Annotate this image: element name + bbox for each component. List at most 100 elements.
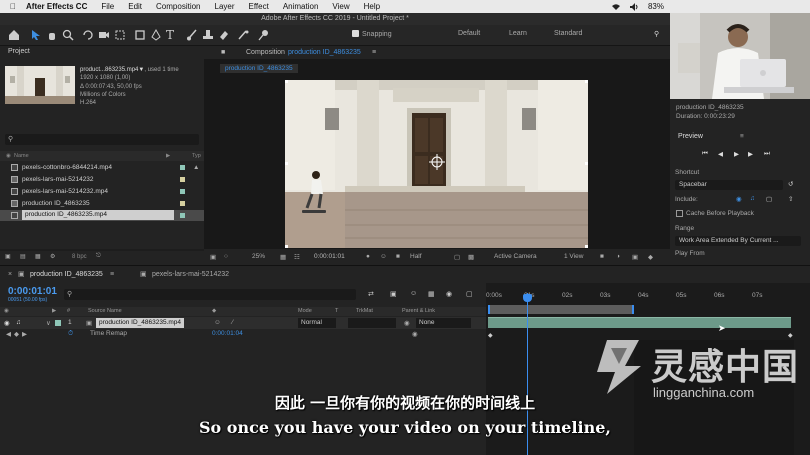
selection-tool-icon[interactable]	[30, 29, 42, 41]
home-icon[interactable]	[8, 29, 20, 41]
menu-animation[interactable]: Animation	[283, 2, 319, 11]
timeline-icon[interactable]: ▣	[632, 253, 638, 261]
trash-icon[interactable]: ⎋	[96, 253, 101, 260]
apple-menu-icon[interactable]: 	[10, 2, 16, 11]
column-label-tag-icon[interactable]: ▶	[166, 153, 170, 159]
graph-editor-icon[interactable]: ▢	[466, 290, 473, 298]
project-list-item[interactable]: pexels-lars-mai-5214232	[0, 174, 204, 185]
column-number[interactable]: #	[67, 308, 70, 314]
export-icon[interactable]: ⇧	[788, 195, 793, 203]
pen-tool-icon[interactable]	[150, 29, 162, 41]
label-color-swatch[interactable]	[180, 165, 185, 170]
column-t[interactable]: T	[335, 308, 338, 314]
effect-switch-icon[interactable]: ∕	[232, 319, 233, 326]
keyframe-nav-right-icon[interactable]: ▶	[22, 330, 27, 338]
parent-dropdown[interactable]: None	[416, 318, 471, 328]
show-snapshot-icon[interactable]: ☺	[380, 253, 387, 260]
settings-icon[interactable]: ⚙	[50, 253, 55, 260]
timeline-search-input[interactable]: ⚲	[64, 289, 356, 300]
play-icon[interactable]: ▶	[734, 150, 739, 158]
shortcut-dropdown[interactable]: Spacebar	[675, 180, 783, 190]
menu-file[interactable]: File	[101, 2, 114, 11]
layer-name[interactable]: production ID_4863235.mp4	[96, 318, 185, 328]
camera-dropdown[interactable]: Active Camera	[494, 253, 537, 260]
rectangle-tool-icon[interactable]	[134, 29, 146, 41]
stopwatch-icon[interactable]: ⏱	[68, 330, 73, 338]
menu-view[interactable]: View	[332, 2, 349, 11]
layer-duration-bar[interactable]	[488, 317, 791, 328]
workspace-standard[interactable]: Standard	[554, 30, 582, 37]
rotate-tool-icon[interactable]	[82, 29, 94, 41]
next-frame-icon[interactable]: ▶	[748, 150, 753, 158]
composition-tab-name[interactable]: production ID_4863235	[288, 46, 361, 59]
column-trkmat[interactable]: TrkMat	[356, 308, 373, 314]
new-folder-icon[interactable]: ▤	[20, 253, 26, 260]
volume-icon[interactable]	[629, 2, 639, 11]
camera-tool-icon[interactable]	[98, 29, 110, 41]
av-features-icon[interactable]: ◉	[4, 308, 9, 314]
eraser-tool-icon[interactable]	[218, 29, 230, 41]
trkmat-dropdown[interactable]	[348, 318, 396, 328]
menu-layer[interactable]: Layer	[215, 2, 235, 11]
composition-viewer[interactable]	[285, 80, 588, 248]
timeline-tab-active[interactable]: production ID_4863235	[30, 266, 103, 284]
brush-tool-icon[interactable]	[186, 29, 198, 41]
project-list-item-selected[interactable]: production ID_4863235.mp4	[0, 210, 204, 221]
workspace-learn[interactable]: Learn	[509, 30, 527, 37]
type-tool-icon[interactable]: T	[166, 29, 178, 41]
zoom-tool-icon[interactable]	[62, 29, 74, 41]
timeline-layer-row[interactable]: ◉ ♫ ∨ 1 ▣ production ID_4863235.mp4 ☺ ∕ …	[0, 317, 486, 329]
frame-blending-icon[interactable]: ▦	[428, 290, 435, 298]
expression-pickwhip-icon[interactable]: ◉	[412, 330, 418, 338]
motion-blur-icon[interactable]: ◉	[446, 290, 452, 298]
clone-stamp-tool-icon[interactable]	[202, 29, 214, 41]
search-help-icon[interactable]: ⚲	[654, 30, 659, 38]
new-composition-icon[interactable]: ▦	[35, 253, 41, 260]
time-ruler[interactable]: 0:00s 01s 02s 03s 04s 05s 06s 07s	[486, 292, 796, 306]
composition-tab-prefix[interactable]: Composition	[246, 46, 285, 59]
audio-toggle-icon[interactable]: ♫	[16, 319, 21, 326]
keyframe-nav-left-icon[interactable]: ◀	[6, 330, 11, 338]
layer-label-swatch[interactable]	[55, 320, 61, 326]
flowchart-icon[interactable]: ◆	[648, 253, 653, 261]
range-dropdown[interactable]: Work Area Extended By Current ...	[675, 236, 801, 246]
color-channel-icon[interactable]: ■	[396, 253, 400, 260]
work-area-bar[interactable]	[488, 305, 634, 314]
visibility-eye-icon[interactable]: ◉	[4, 319, 10, 327]
current-time-display[interactable]: 0:00:01:01	[8, 286, 57, 297]
mask-visibility-icon[interactable]: ○	[224, 253, 228, 260]
draft-3d-icon[interactable]: ▣	[390, 290, 397, 298]
keyframe-marker-icon[interactable]: ◆	[488, 332, 493, 339]
pan-behind-tool-icon[interactable]	[114, 29, 126, 41]
lock-icon[interactable]: ■	[221, 46, 225, 59]
column-label-icon[interactable]: ◉	[6, 153, 11, 159]
cache-checkbox[interactable]	[676, 210, 683, 217]
layer-mode-dropdown[interactable]: Normal	[298, 318, 336, 328]
region-of-interest-icon[interactable]: ▢	[454, 253, 460, 261]
last-frame-icon[interactable]: ⏭	[764, 150, 770, 158]
label-color-swatch[interactable]	[180, 189, 185, 194]
timeline-tab[interactable]: pexels-lars-mai-5214232	[152, 266, 229, 284]
panel-menu-icon[interactable]: ≡	[372, 46, 376, 59]
roto-brush-tool-icon[interactable]	[238, 29, 250, 41]
current-time-indicator[interactable]	[523, 294, 532, 302]
label-color-swatch[interactable]	[180, 201, 185, 206]
menu-help[interactable]: Help	[364, 2, 380, 11]
expand-layer-icon[interactable]: ∨	[46, 319, 51, 327]
close-icon[interactable]: ×	[8, 266, 12, 284]
hand-tool-icon[interactable]	[46, 29, 58, 41]
toggle-pixel-aspect-icon[interactable]: ■	[600, 253, 604, 260]
label-color-swatch[interactable]	[180, 213, 185, 218]
property-value[interactable]: 0:00:01:04	[212, 330, 243, 337]
interpret-footage-icon[interactable]: ▣	[5, 253, 11, 260]
include-overlays-icon[interactable]: ▢	[766, 195, 772, 203]
label-color-swatch[interactable]	[180, 177, 185, 182]
first-frame-icon[interactable]: ⏮	[702, 150, 708, 158]
grid-icon[interactable]: ☷	[294, 253, 300, 261]
comp-mini-flowchart-icon[interactable]: ⇄	[368, 290, 374, 298]
wifi-icon[interactable]	[611, 3, 621, 11]
resolution-dropdown[interactable]: Half	[410, 253, 422, 260]
snapshot-icon[interactable]: ●	[366, 253, 370, 260]
shy-switch-icon[interactable]: ☺	[214, 319, 221, 326]
bit-depth-label[interactable]: 8 bpc	[72, 254, 87, 260]
